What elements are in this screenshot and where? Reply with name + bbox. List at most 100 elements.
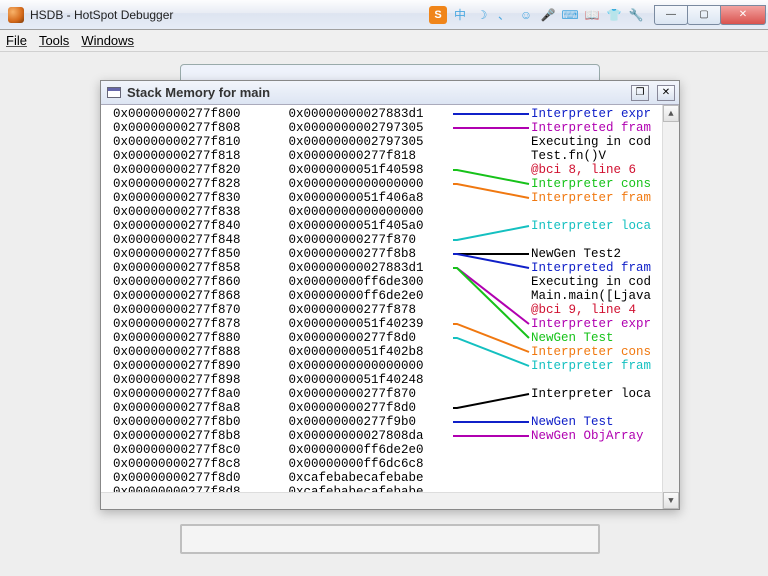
- addr-cell: 0x00000000277f860: [113, 275, 241, 289]
- value-cell: 0x00000000277f818: [289, 149, 424, 163]
- value-cell: 0x0000000000000000: [289, 177, 424, 191]
- annotation-label: [531, 205, 651, 219]
- value-cell: 0x00000000ff6de2e0: [289, 289, 424, 303]
- maximize-button[interactable]: ▢: [687, 5, 721, 25]
- internal-close-button[interactable]: ✕: [657, 85, 675, 101]
- annotation-label: NewGen ObjArray: [531, 429, 651, 443]
- addr-cell: 0x00000000277f8b8: [113, 429, 241, 443]
- addr-cell: 0x00000000277f8a8: [113, 401, 241, 415]
- value-cell: 0x0000000051f40598: [289, 163, 424, 177]
- annotation-label: Executing in cod: [531, 135, 651, 149]
- value-cell: 0x0000000002797305: [289, 135, 424, 149]
- addr-cell: 0x00000000277f828: [113, 177, 241, 191]
- memory-viewport[interactable]: 0x00000000277f8000x00000000277f8080x0000…: [101, 105, 679, 509]
- address-column: 0x00000000277f8000x00000000277f8080x0000…: [113, 107, 241, 509]
- ime-mic-icon[interactable]: 🎤: [539, 6, 557, 24]
- addr-cell: 0x00000000277f850: [113, 247, 241, 261]
- menubar: File Tools Windows: [0, 30, 768, 52]
- scroll-down-button[interactable]: ▼: [663, 492, 679, 509]
- value-column: 0x00000000027883d10x00000000027973050x00…: [289, 107, 424, 509]
- annotation-column: Interpreter exprInterpreted framExecutin…: [531, 107, 651, 485]
- value-cell: 0x00000000027883d1: [289, 107, 424, 121]
- annotation-label: Interpreter expr: [531, 317, 651, 331]
- annotation-label: [531, 401, 651, 415]
- annotation-label: Interpreter loca: [531, 387, 651, 401]
- addr-cell: 0x00000000277f838: [113, 205, 241, 219]
- annotation-label: Interpreted fram: [531, 121, 651, 135]
- internal-titlebar[interactable]: Stack Memory for main ❐ ✕: [101, 81, 679, 105]
- addr-cell: 0x00000000277f840: [113, 219, 241, 233]
- annotation-label: NewGen Test: [531, 415, 651, 429]
- annotation-label: Test.fn()V: [531, 149, 651, 163]
- ime-dict-icon[interactable]: 📖: [583, 6, 601, 24]
- addr-cell: 0x00000000277f818: [113, 149, 241, 163]
- minimize-button[interactable]: —: [654, 5, 688, 25]
- ime-smile-icon[interactable]: ☺: [517, 6, 535, 24]
- close-button[interactable]: ✕: [720, 5, 766, 25]
- addr-cell: 0x00000000277f8c0: [113, 443, 241, 457]
- stack-memory-window: Stack Memory for main ❐ ✕ 0x00000000277f…: [100, 80, 680, 510]
- annotation-label: NewGen Test: [531, 331, 651, 345]
- internal-title: Stack Memory for main: [127, 85, 270, 100]
- annotation-label: Main.main([Ljava: [531, 289, 651, 303]
- annotation-label: [531, 233, 651, 247]
- value-cell: 0x00000000277f870: [289, 387, 424, 401]
- menu-windows[interactable]: Windows: [81, 33, 134, 48]
- annotation-label: [531, 471, 651, 485]
- value-cell: 0x0000000051f405a0: [289, 219, 424, 233]
- menu-file[interactable]: File: [6, 33, 27, 48]
- ime-shirt-icon[interactable]: 👕: [605, 6, 623, 24]
- scroll-up-button[interactable]: ▲: [663, 105, 679, 122]
- internal-maximize-button[interactable]: ❐: [631, 85, 649, 101]
- ime-moon-icon[interactable]: ☽: [473, 6, 491, 24]
- addr-cell: 0x00000000277f8c8: [113, 457, 241, 471]
- annotation-label: [531, 443, 651, 457]
- addr-cell: 0x00000000277f808: [113, 121, 241, 135]
- value-cell: 0x00000000ff6de300: [289, 275, 424, 289]
- value-cell: 0x0000000000000000: [289, 205, 424, 219]
- annotation-label: NewGen Test2: [531, 247, 651, 261]
- ime-comma-icon[interactable]: 、: [495, 6, 513, 24]
- ime-toolbar: S 中 ☽ 、 ☺ 🎤 ⌨ 📖 👕 🔧: [429, 6, 645, 24]
- value-cell: 0x00000000277f878: [289, 303, 424, 317]
- addr-cell: 0x00000000277f800: [113, 107, 241, 121]
- annotation-label: @bci 9, line 4: [531, 303, 651, 317]
- sogou-logo-icon[interactable]: S: [429, 6, 447, 24]
- addr-cell: 0x00000000277f868: [113, 289, 241, 303]
- value-cell: 0x0000000051f40248: [289, 373, 424, 387]
- value-cell: 0x0000000051f402b8: [289, 345, 424, 359]
- addr-cell: 0x00000000277f898: [113, 373, 241, 387]
- annotation-label: Executing in cod: [531, 275, 651, 289]
- ime-keyboard-icon[interactable]: ⌨: [561, 6, 579, 24]
- mdi-desktop: Stack Memory for main ❐ ✕ 0x00000000277f…: [0, 52, 768, 576]
- ime-lang-icon[interactable]: 中: [451, 6, 469, 24]
- value-cell: 0x0000000051f406a8: [289, 191, 424, 205]
- annotation-label: Interpreted fram: [531, 261, 651, 275]
- value-cell: 0x00000000ff6de2e0: [289, 443, 424, 457]
- value-cell: 0x0000000002797305: [289, 121, 424, 135]
- annotation-label: [531, 457, 651, 471]
- addr-cell: 0x00000000277f858: [113, 261, 241, 275]
- window-title: HSDB - HotSpot Debugger: [30, 8, 173, 22]
- annotation-label: Interpreter cons: [531, 345, 651, 359]
- vertical-scrollbar[interactable]: ▲ ▼: [662, 105, 679, 509]
- value-cell: 0x00000000277f8d0: [289, 331, 424, 345]
- annotation-label: [531, 373, 651, 387]
- horizontal-scrollbar[interactable]: [101, 492, 662, 509]
- annotation-label: Interpreter fram: [531, 359, 651, 373]
- value-cell: 0x00000000277f9b0: [289, 415, 424, 429]
- value-cell: 0x0000000051f40239: [289, 317, 424, 331]
- addr-cell: 0x00000000277f810: [113, 135, 241, 149]
- addr-cell: 0x00000000277f890: [113, 359, 241, 373]
- ime-wrench-icon[interactable]: 🔧: [627, 6, 645, 24]
- annotation-label: Interpreter loca: [531, 219, 651, 233]
- menu-tools[interactable]: Tools: [39, 33, 69, 48]
- value-cell: 0x0000000000000000: [289, 359, 424, 373]
- value-cell: 0x00000000027808da: [289, 429, 424, 443]
- addr-cell: 0x00000000277f830: [113, 191, 241, 205]
- addr-cell: 0x00000000277f8d0: [113, 471, 241, 485]
- value-cell: 0x00000000277f870: [289, 233, 424, 247]
- addr-cell: 0x00000000277f870: [113, 303, 241, 317]
- addr-cell: 0x00000000277f878: [113, 317, 241, 331]
- value-cell: 0x00000000277f8b8: [289, 247, 424, 261]
